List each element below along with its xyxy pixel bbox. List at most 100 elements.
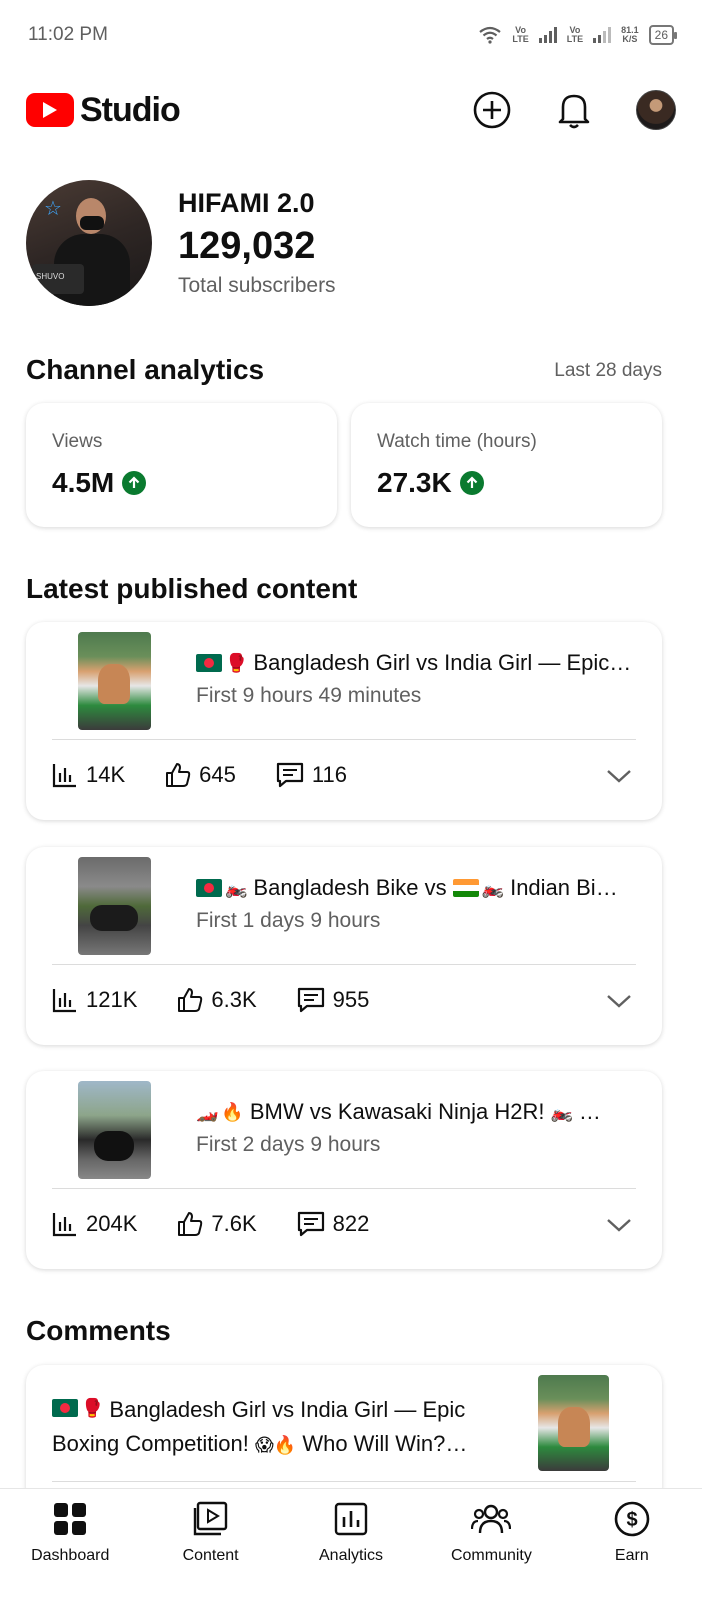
trend-up-icon bbox=[122, 471, 147, 495]
comments-metric: 116 bbox=[276, 762, 347, 788]
content-card[interactable]: 🥊 Bangladesh Girl vs India Girl — Epic… … bbox=[26, 622, 662, 820]
nav-earn[interactable]: $ Earn bbox=[562, 1489, 702, 1600]
video-metrics: 204K 7.6K 822 bbox=[52, 1211, 409, 1237]
fire-icon: 🔥 bbox=[221, 1101, 244, 1122]
motorcycle-icon: 🏍️ bbox=[225, 877, 248, 898]
account-avatar[interactable] bbox=[636, 90, 676, 130]
community-icon bbox=[471, 1499, 512, 1539]
video-title: 🥊 Bangladesh Girl vs India Girl — Epic… bbox=[196, 650, 636, 676]
channel-avatar[interactable]: ☆ SHUVO bbox=[26, 180, 152, 306]
app-name: Studio bbox=[80, 90, 181, 129]
analytics-icon bbox=[331, 1499, 371, 1539]
stat-value: 4.5M bbox=[52, 467, 115, 498]
divider bbox=[52, 1188, 636, 1189]
status-bar: 11:02 PM Vo LTE Vo LTE 81.1 K/S 26 bbox=[0, 0, 702, 70]
trend-up-icon bbox=[459, 471, 484, 495]
video-metrics: 14K 645 116 bbox=[52, 762, 387, 788]
bar-chart-icon bbox=[52, 1213, 76, 1237]
video-period: First 9 hours 49 minutes bbox=[196, 684, 422, 707]
youtube-play-icon bbox=[26, 93, 74, 127]
india-flag-icon bbox=[452, 879, 479, 897]
content-card[interactable]: 🏍️ Bangladesh Bike vs 🏍️ Indian Bi… Firs… bbox=[26, 847, 662, 1045]
comment-card[interactable]: 🥊 Bangladesh Girl vs India Girl — Epic Bo… bbox=[26, 1365, 662, 1505]
video-thumbnail[interactable] bbox=[78, 857, 151, 955]
wifi-icon bbox=[479, 26, 502, 44]
nav-analytics[interactable]: Analytics bbox=[281, 1489, 421, 1600]
divider bbox=[52, 964, 636, 965]
video-period: First 2 days 9 hours bbox=[196, 1133, 381, 1156]
nav-label: Earn bbox=[614, 1547, 649, 1564]
bar-chart-icon bbox=[52, 989, 76, 1013]
chevron-down-icon[interactable] bbox=[606, 1217, 632, 1233]
notifications-icon[interactable] bbox=[554, 90, 594, 130]
stat-label: Watch time (hours) bbox=[377, 431, 537, 452]
nav-content[interactable]: Content bbox=[140, 1489, 280, 1600]
bottom-navigation: Dashboard Content Analytics Community $ … bbox=[0, 1488, 702, 1600]
nav-label: Analytics bbox=[319, 1547, 384, 1564]
nav-dashboard[interactable]: Dashboard bbox=[0, 1489, 140, 1600]
comment-icon bbox=[276, 762, 303, 788]
signal-icon bbox=[538, 27, 557, 43]
stat-label: Views bbox=[52, 431, 103, 452]
network-type-1: Vo LTE bbox=[512, 25, 529, 44]
chevron-down-icon[interactable] bbox=[606, 993, 632, 1009]
video-metrics: 121K 6.3K 955 bbox=[52, 987, 409, 1013]
comment-video-title: 🥊 Bangladesh Girl vs India Girl — Epic Bo… bbox=[52, 1391, 492, 1462]
earn-icon: $ bbox=[612, 1499, 652, 1539]
video-thumbnail[interactable] bbox=[78, 1081, 151, 1179]
analytics-range[interactable]: Last 28 days bbox=[554, 360, 662, 382]
comment-icon bbox=[297, 987, 324, 1013]
comment-icon bbox=[297, 1211, 324, 1237]
thumbs-up-icon bbox=[166, 763, 191, 787]
content-card[interactable]: 🏎️ 🔥 BMW vs Kawasaki Ninja H2R! 🏍️ … Firs… bbox=[26, 1071, 662, 1269]
system-indicators: Vo LTE Vo LTE 81.1 K/S 26 bbox=[478, 25, 678, 45]
nav-label: Content bbox=[182, 1547, 239, 1564]
bangladesh-flag-icon bbox=[196, 654, 222, 672]
comments-title: Comments bbox=[26, 1315, 171, 1346]
thumbs-up-icon bbox=[178, 1212, 203, 1236]
status-time: 11:02 PM bbox=[28, 24, 108, 45]
channel-summary: ☆ SHUVO HIFAMI 2.0 129,032 Total subscri… bbox=[26, 180, 336, 306]
subscriber-label: Total subscribers bbox=[178, 274, 336, 297]
nav-label: Dashboard bbox=[31, 1547, 110, 1564]
chevron-down-icon[interactable] bbox=[606, 768, 632, 784]
stat-value: 27.3K bbox=[377, 467, 452, 498]
bar-chart-icon bbox=[52, 764, 76, 788]
analytics-title: Channel analytics bbox=[26, 354, 265, 385]
bangladesh-flag-icon bbox=[196, 879, 222, 897]
content-icon bbox=[191, 1499, 231, 1539]
boxing-glove-icon: 🥊 bbox=[225, 652, 248, 673]
latest-content-title: Latest published content bbox=[26, 573, 358, 604]
comments-metric: 822 bbox=[297, 1211, 369, 1237]
app-header: Studio bbox=[0, 80, 702, 140]
views-metric: 14K bbox=[52, 762, 125, 788]
dashboard-icon bbox=[50, 1499, 90, 1539]
svg-text:$: $ bbox=[626, 1509, 637, 1531]
nav-community[interactable]: Community bbox=[421, 1489, 561, 1600]
star-decoration-icon: ☆ bbox=[44, 198, 62, 220]
video-period: First 1 days 9 hours bbox=[196, 909, 381, 932]
comment-video-thumbnail[interactable] bbox=[538, 1375, 609, 1471]
motorcycle-icon: 🏍️ bbox=[481, 877, 505, 898]
video-title: 🏍️ Bangladesh Bike vs 🏍️ Indian Bi… bbox=[196, 875, 636, 901]
divider bbox=[52, 739, 636, 740]
race-car-icon: 🏎️ bbox=[196, 1101, 219, 1122]
thumbs-up-icon bbox=[178, 988, 203, 1012]
watch-time-card[interactable]: Watch time (hours) 27.3K bbox=[351, 403, 662, 527]
video-thumbnail[interactable] bbox=[78, 632, 151, 730]
channel-name: HIFAMI 2.0 bbox=[178, 188, 315, 218]
video-title: 🏎️ 🔥 BMW vs Kawasaki Ninja H2R! 🏍️ … bbox=[196, 1099, 601, 1124]
subscriber-count: 129,032 bbox=[178, 225, 316, 267]
likes-metric: 6.3K bbox=[177, 987, 257, 1013]
shocked-face-icon: 😱 bbox=[255, 1435, 274, 1455]
divider bbox=[52, 1481, 636, 1482]
motorcycle-icon: 🏍️ bbox=[550, 1101, 573, 1122]
battery-indicator: 26 bbox=[648, 25, 678, 45]
studio-logo[interactable]: Studio bbox=[26, 90, 181, 130]
fire-icon: 🔥 bbox=[273, 1435, 297, 1455]
views-metric: 121K bbox=[52, 987, 137, 1013]
views-card[interactable]: Views 4.5M bbox=[26, 403, 337, 527]
create-icon[interactable] bbox=[472, 90, 512, 130]
boxing-glove-icon: 🥊 bbox=[81, 1398, 104, 1418]
likes-metric: 645 bbox=[165, 762, 236, 788]
